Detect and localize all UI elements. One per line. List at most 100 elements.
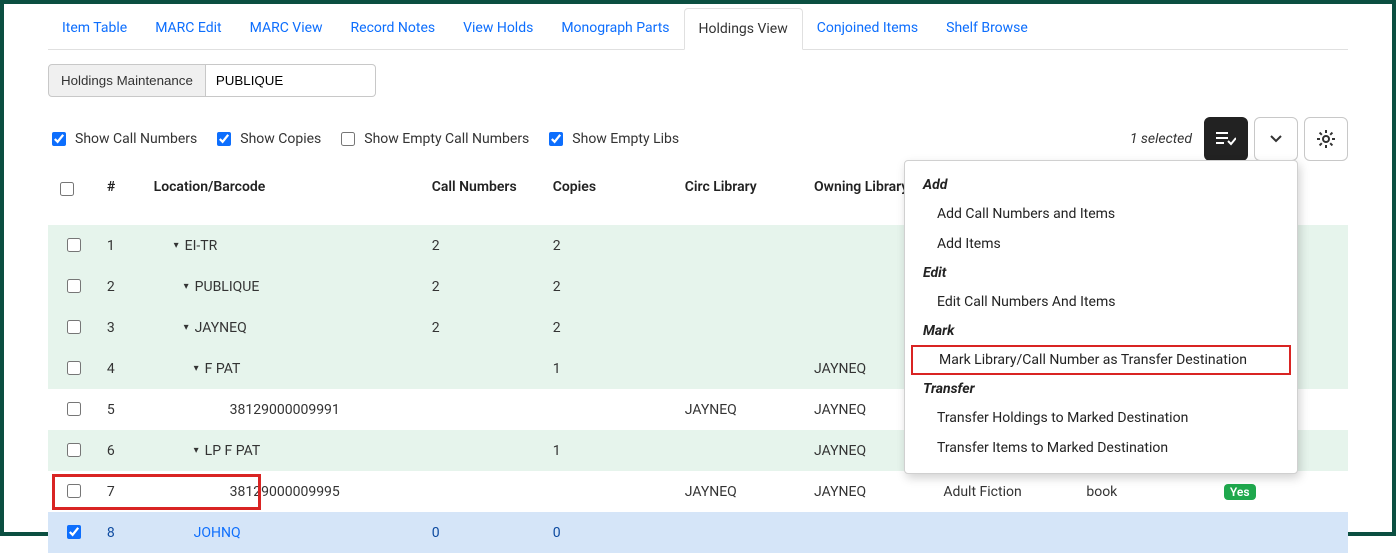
cell-circ-library	[677, 512, 806, 553]
cell-call-numbers: 2	[424, 307, 545, 348]
row-checkbox[interactable]	[67, 402, 81, 416]
cell-copies: 2	[545, 266, 677, 307]
cell-copies: 2	[545, 307, 677, 348]
action-add-call-numbers-items[interactable]: Add Call Numbers and Items	[905, 199, 1297, 229]
show-call-numbers-checkbox[interactable]	[52, 132, 66, 146]
row-number: 1	[99, 225, 146, 266]
tab-record-notes[interactable]: Record Notes	[337, 8, 450, 49]
chevron-down-icon[interactable]: ▾	[174, 240, 179, 251]
action-transfer-items[interactable]: Transfer Items to Marked Destination	[905, 433, 1297, 463]
holdable-badge: Yes	[1224, 484, 1256, 500]
tab-holdings-view[interactable]: Holdings View	[684, 8, 803, 50]
location-input[interactable]	[206, 64, 376, 97]
row-checkbox[interactable]	[67, 361, 81, 375]
cell-circ-library: JAYNEQ	[677, 389, 806, 430]
cell-copies	[545, 471, 677, 512]
col-location[interactable]: Location/Barcode	[146, 171, 424, 225]
action-mark-transfer-destination[interactable]: Mark Library/Call Number as Transfer Des…	[911, 345, 1291, 375]
cell-copies: 1	[545, 430, 677, 471]
app-frame: Item Table MARC Edit MARC View Record No…	[0, 0, 1396, 536]
cell-call-numbers	[424, 348, 545, 389]
dropdown-edit-header: Edit	[905, 259, 1297, 287]
show-call-numbers-label[interactable]: Show Call Numbers	[48, 129, 197, 149]
dropdown-add-header: Add	[905, 171, 1297, 199]
cell-copies: 2	[545, 225, 677, 266]
show-empty-libs-label[interactable]: Show Empty Libs	[545, 129, 679, 149]
cell-call-numbers	[424, 471, 545, 512]
show-empty-libs-text: Show Empty Libs	[572, 131, 679, 147]
cell-circ-library	[677, 307, 806, 348]
show-empty-libs-checkbox[interactable]	[549, 132, 563, 146]
row-checkbox[interactable]	[67, 279, 81, 293]
tab-marc-view[interactable]: MARC View	[236, 8, 337, 49]
location-label: EI-TR	[185, 238, 218, 254]
action-transfer-holdings[interactable]: Transfer Holdings to Marked Destination	[905, 403, 1297, 433]
show-empty-call-numbers-checkbox[interactable]	[341, 132, 355, 146]
tab-shelf-browse[interactable]: Shelf Browse	[932, 8, 1042, 49]
gear-icon	[1317, 130, 1335, 148]
show-empty-call-numbers-label[interactable]: Show Empty Call Numbers	[337, 129, 529, 149]
grid-controls: 1 selected	[1130, 117, 1348, 161]
row-number: 8	[99, 512, 146, 553]
tab-item-table[interactable]: Item Table	[48, 8, 141, 49]
cell-call-numbers: 0	[424, 512, 545, 553]
cell-call-numbers	[424, 389, 545, 430]
action-add-items[interactable]: Add Items	[905, 229, 1297, 259]
select-all-checkbox[interactable]	[60, 182, 74, 196]
row-number: 6	[99, 430, 146, 471]
row-number: 3	[99, 307, 146, 348]
row-number: 5	[99, 389, 146, 430]
action-edit-call-numbers-items[interactable]: Edit Call Numbers And Items	[905, 287, 1297, 317]
settings-button[interactable]	[1304, 117, 1348, 161]
cell-circ-library	[677, 266, 806, 307]
chevron-down-icon[interactable]: ▾	[194, 363, 199, 374]
cell-shelving-location: Adult Fiction	[935, 471, 1078, 512]
show-copies-checkbox[interactable]	[217, 132, 231, 146]
holdings-maintenance-button[interactable]: Holdings Maintenance	[48, 64, 206, 97]
col-circ-library[interactable]: Circ Library	[677, 171, 806, 225]
cell-circ-library	[677, 225, 806, 266]
show-copies-text: Show Copies	[240, 131, 321, 147]
chevron-down-icon	[1270, 135, 1282, 143]
location-label: LP F PAT	[205, 443, 261, 459]
cell-call-numbers	[424, 430, 545, 471]
row-checkbox[interactable]	[67, 320, 81, 334]
dropdown-toggle-button[interactable]	[1254, 117, 1298, 161]
selection-count: 1 selected	[1130, 131, 1192, 147]
col-copies[interactable]: Copies	[545, 171, 677, 225]
cell-owning-library	[806, 512, 935, 553]
row-number: 4	[99, 348, 146, 389]
cell-circulation-modifier	[1078, 512, 1216, 553]
record-tabs: Item Table MARC Edit MARC View Record No…	[48, 8, 1348, 50]
cell-call-numbers: 2	[424, 266, 545, 307]
chevron-down-icon[interactable]: ▾	[184, 322, 189, 333]
location-label[interactable]: JOHNQ	[194, 525, 241, 541]
tab-view-holds[interactable]: View Holds	[449, 8, 547, 49]
actions-menu-button[interactable]	[1204, 117, 1248, 161]
table-row[interactable]: 8 JOHNQ 00	[48, 512, 1348, 553]
location-label: F PAT	[205, 361, 241, 377]
cell-circulation-modifier: book	[1078, 471, 1216, 512]
show-copies-label[interactable]: Show Copies	[213, 129, 321, 149]
tab-marc-edit[interactable]: MARC Edit	[141, 8, 235, 49]
cell-copies: 1	[545, 348, 677, 389]
location-label: JAYNEQ	[195, 320, 247, 336]
col-number[interactable]: #	[99, 171, 146, 225]
row-checkbox[interactable]	[67, 443, 81, 457]
cell-owning-library: JAYNEQ	[806, 471, 935, 512]
cell-circ-library	[677, 430, 806, 471]
cell-circ-library	[677, 348, 806, 389]
row-checkbox[interactable]	[67, 525, 81, 539]
col-call-numbers[interactable]: Call Numbers	[424, 171, 545, 225]
dropdown-transfer-header: Transfer	[905, 375, 1297, 403]
tab-monograph-parts[interactable]: Monograph Parts	[547, 8, 683, 49]
row-checkbox[interactable]	[67, 238, 81, 252]
list-check-icon	[1216, 132, 1236, 146]
view-options: Show Call Numbers Show Copies Show Empty…	[48, 129, 691, 149]
tab-conjoined-items[interactable]: Conjoined Items	[803, 8, 932, 49]
chevron-down-icon[interactable]: ▾	[184, 281, 189, 292]
cell-copies: 0	[545, 512, 677, 553]
dropdown-mark-header: Mark	[905, 317, 1297, 345]
chevron-down-icon[interactable]: ▾	[194, 445, 199, 456]
highlight-selected-row	[52, 474, 261, 510]
